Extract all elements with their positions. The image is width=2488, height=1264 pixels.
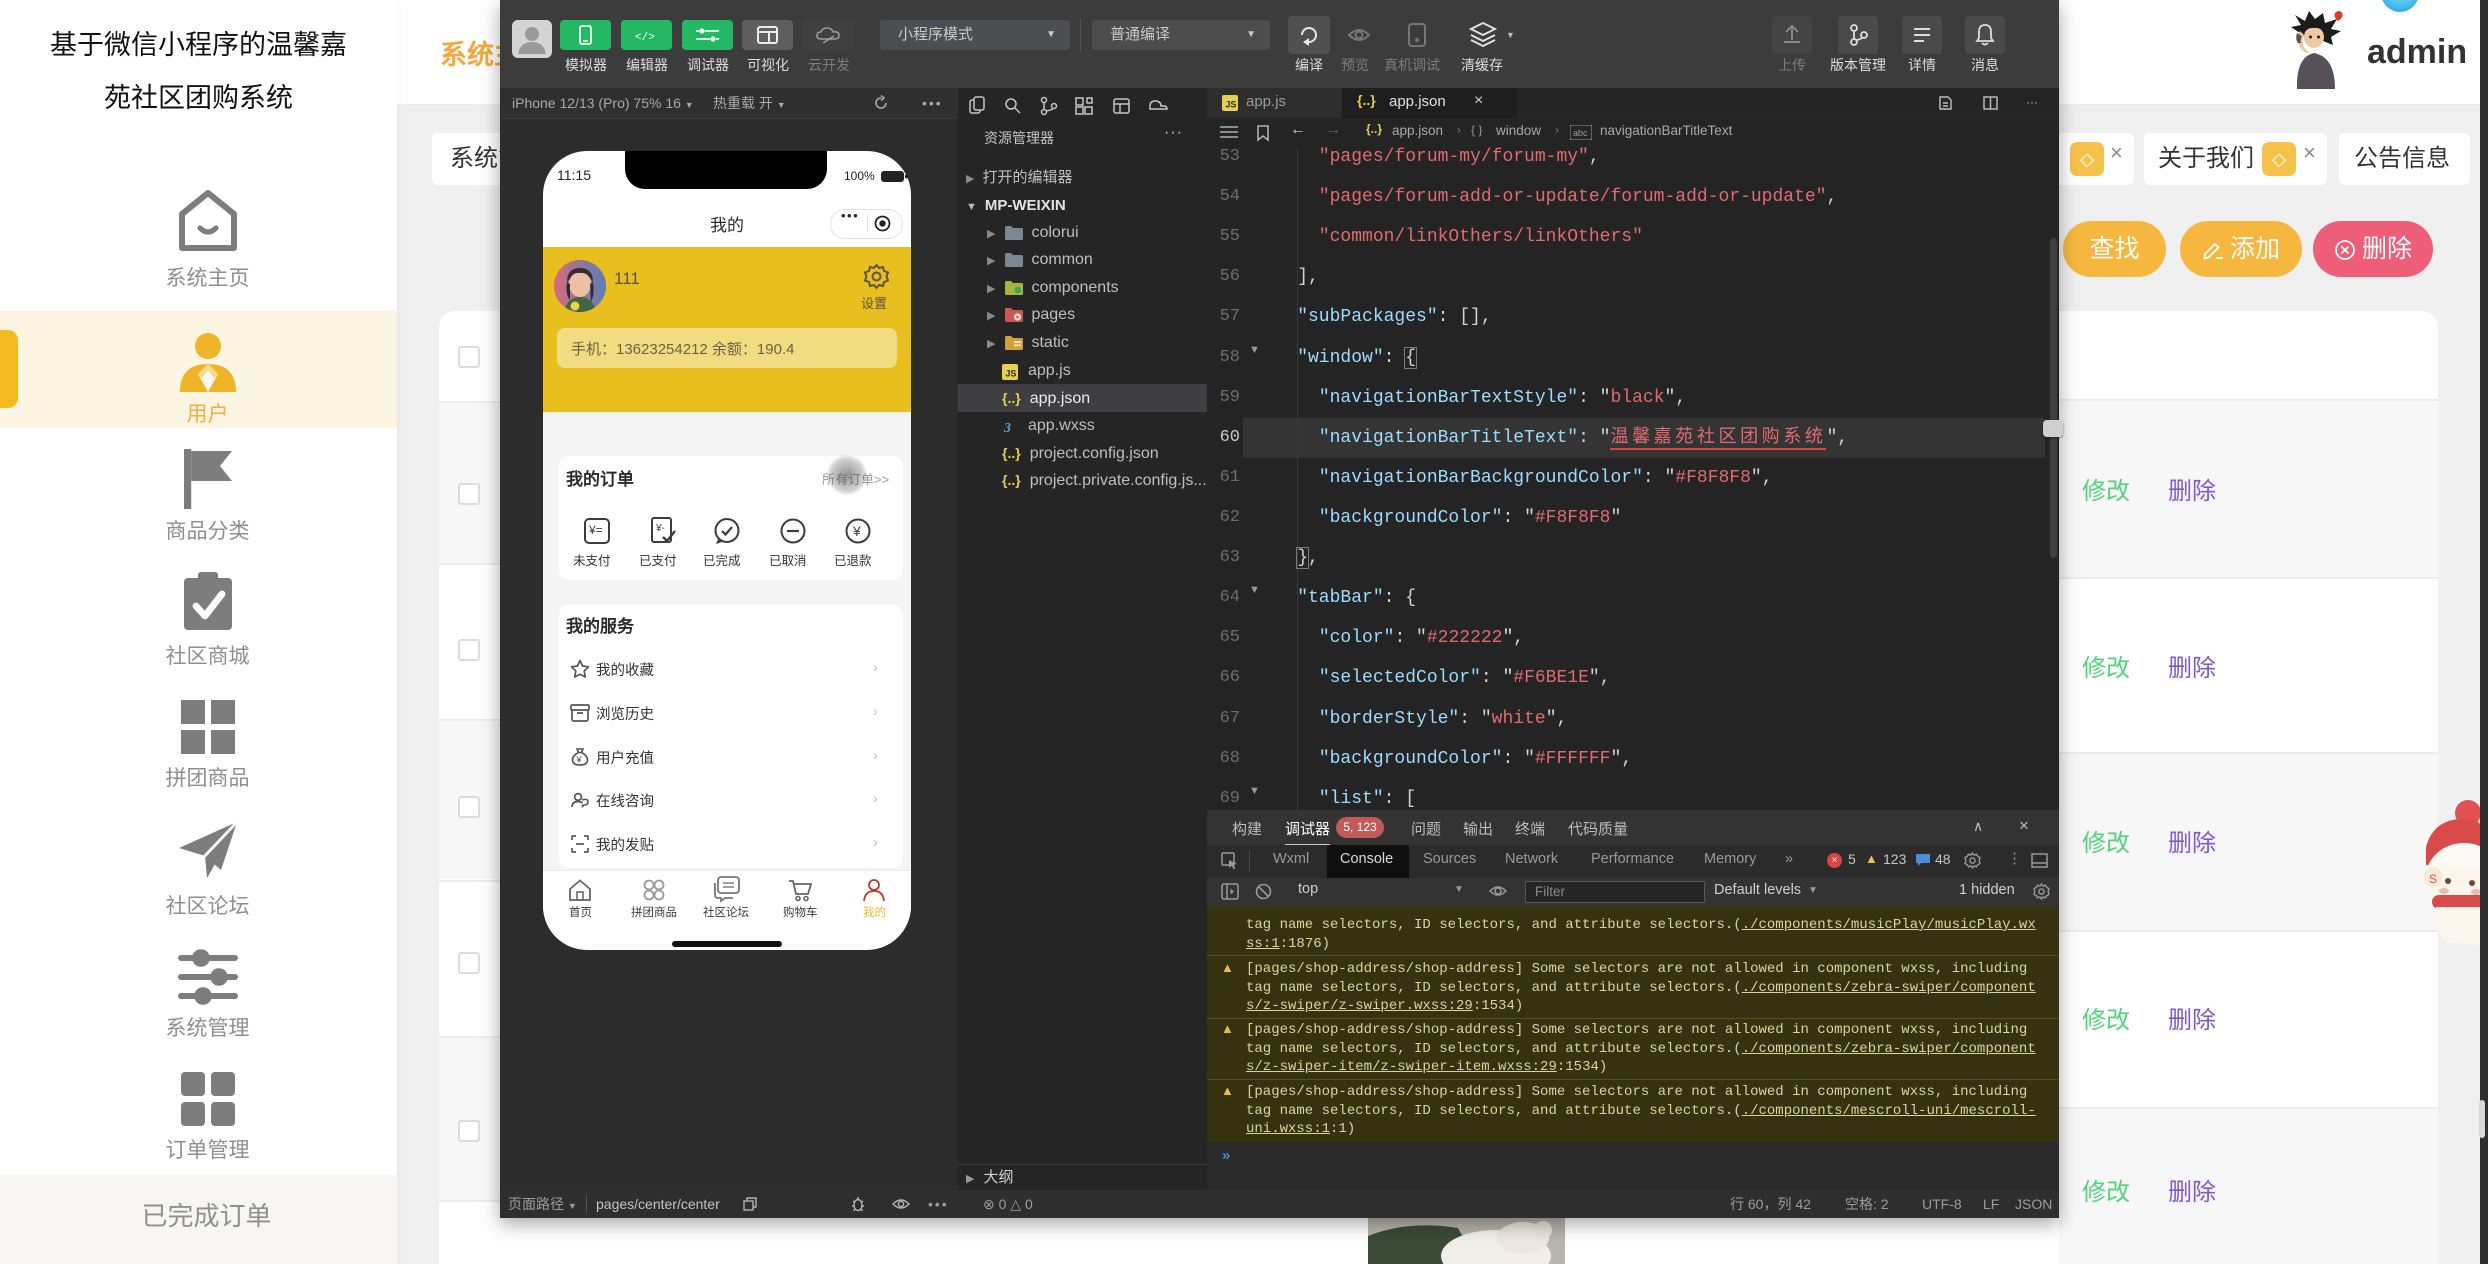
svg-text:¥-: ¥- <box>655 523 665 534</box>
svg-text:S: S <box>2429 872 2437 886</box>
svg-text:···: ··· <box>2026 95 2038 109</box>
svg-text:JS: JS <box>1005 369 1016 379</box>
svg-text:3: 3 <box>1003 421 1011 435</box>
svg-text:¥: ¥ <box>852 523 861 539</box>
svg-text:</>: </> <box>635 32 655 44</box>
svg-text:¥: ¥ <box>576 755 583 765</box>
svg-text:JS: JS <box>1225 100 1236 110</box>
svg-text:¥=: ¥= <box>588 523 603 537</box>
